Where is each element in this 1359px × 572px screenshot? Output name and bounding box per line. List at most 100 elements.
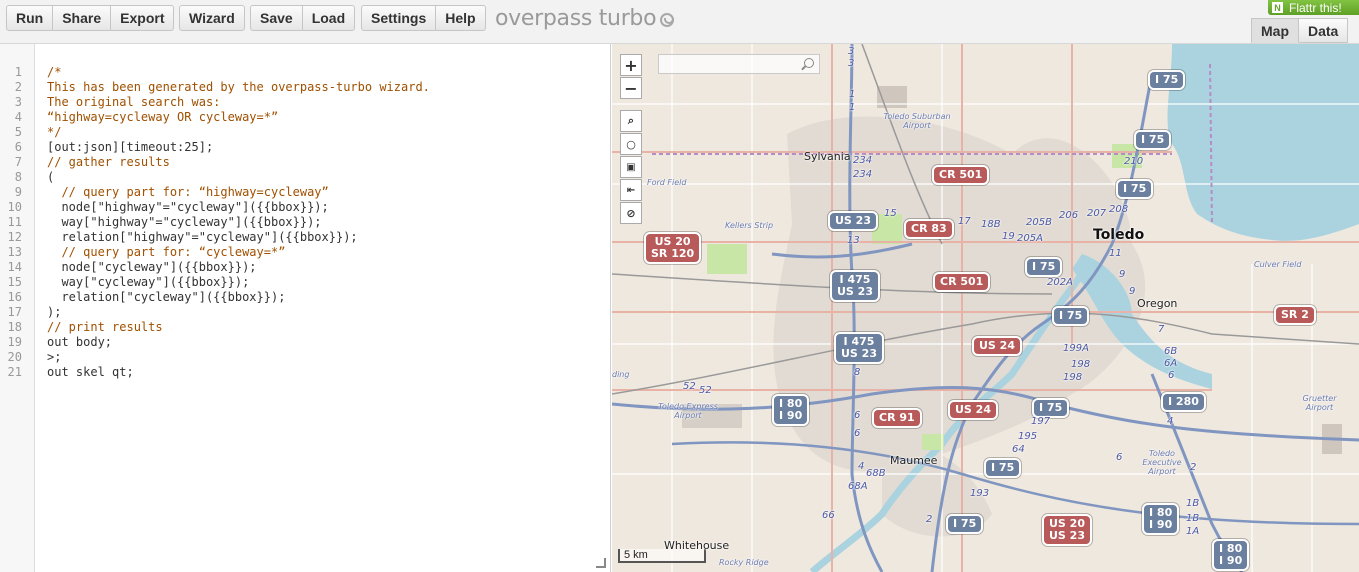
code-line[interactable]: relation["highway"="cycleway"]({{bbox}})…	[47, 230, 357, 245]
place-sylvania: Sylvania	[804, 150, 851, 163]
code-line[interactable]: out body;	[47, 335, 112, 350]
clear-icon[interactable]: ⊘	[620, 202, 642, 224]
place-toledo-suburban-airport: Toledo Suburban Airport	[883, 112, 951, 130]
code-line[interactable]: );	[47, 305, 61, 320]
exit-number: 197	[1031, 416, 1051, 427]
code-line[interactable]: // print results	[47, 320, 163, 335]
settings-button[interactable]: Settings	[361, 5, 437, 31]
resize-handle[interactable]	[596, 558, 606, 568]
flattr-icon: N	[1272, 2, 1283, 13]
code-line[interactable]: >;	[47, 350, 61, 365]
line-number: 17	[7, 305, 22, 319]
locate-icon[interactable]: ○	[620, 133, 642, 155]
code-line[interactable]: “highway=cycleway OR cycleway=*”	[47, 110, 278, 125]
exit-number: 6B	[1164, 346, 1178, 357]
line-number: 21	[7, 365, 22, 379]
exit-number: 2	[1190, 462, 1197, 473]
line-number: 19	[7, 335, 22, 349]
map-search-icon[interactable]	[804, 58, 814, 68]
place-rocky-ridge: Rocky Ridge	[719, 558, 769, 567]
code-line[interactable]: relation["cycleway"]({{bbox}});	[47, 290, 285, 305]
exit-number: 4	[858, 461, 865, 472]
line-number: 2	[14, 80, 22, 94]
load-button[interactable]: Load	[302, 5, 356, 31]
place-toledo: Toledo	[1093, 227, 1145, 243]
query-editor[interactable]: 1 2 3 4 5 6 7 8 9 10 11 12 13 14 15 16 17 18 19 20 21 /* This…	[0, 44, 611, 572]
map-search-input[interactable]	[658, 54, 820, 74]
exit-number: 1A	[1186, 526, 1200, 537]
exit-number: 8	[854, 367, 861, 378]
place-ford-field: Ford Field	[647, 178, 687, 187]
place-toledo-executive-airport: Toledo Executive Airport	[1142, 449, 1182, 476]
code-line[interactable]: (	[47, 170, 54, 185]
shield-i80-i90: I 80 I 90	[772, 394, 810, 426]
view-tabs: Map Data	[1251, 18, 1349, 43]
map-view[interactable]: + − ⌕ ○ ▣ ⇤ ⊘ 5 km Toledo Oregon Sylvani…	[612, 44, 1359, 572]
code-line[interactable]: node["cycleway"]({{bbox}});	[47, 260, 256, 275]
zoom-out-button[interactable]: −	[620, 77, 642, 99]
line-number: 8	[14, 170, 22, 184]
line-number: 11	[7, 215, 22, 229]
exit-number: 1	[849, 102, 856, 113]
tab-data[interactable]: Data	[1299, 18, 1349, 43]
line-number: 4	[14, 110, 22, 124]
share-button[interactable]: Share	[53, 5, 112, 31]
line-number: 18	[7, 320, 22, 334]
image-icon[interactable]: ▣	[620, 156, 642, 178]
line-number: 13	[7, 245, 22, 259]
exit-number: 234	[853, 155, 873, 166]
exit-number: 205B	[1026, 217, 1052, 228]
export-button[interactable]: Export	[111, 5, 175, 31]
exit-number: 18B	[981, 219, 1001, 230]
exit-number: 207	[1087, 208, 1107, 219]
toolbar: Run Share Export Wizard Save Load Settin…	[0, 0, 1359, 44]
exit-number: 68A	[848, 481, 868, 492]
code-line[interactable]: /*	[47, 65, 61, 80]
run-button[interactable]: Run	[6, 5, 54, 31]
exit-number: 19	[1002, 231, 1015, 242]
flattr-button[interactable]: N Flattr this!	[1268, 0, 1359, 15]
zoom-to-data-icon[interactable]: ⇤	[620, 179, 642, 201]
shield-cr91: CR 91	[872, 408, 922, 428]
code-line[interactable]: node["highway"="cycleway"]({{bbox}});	[47, 200, 328, 215]
zoom-in-button[interactable]: +	[620, 54, 642, 76]
exit-number: 195	[1018, 431, 1038, 442]
code-line[interactable]: [out:json][timeout:25];	[47, 140, 213, 155]
tab-map[interactable]: Map	[1251, 18, 1299, 43]
exit-number: 1	[849, 89, 856, 100]
shield-i75: I 75	[984, 458, 1022, 478]
wizard-button[interactable]: Wizard	[179, 5, 245, 31]
code-line[interactable]: */	[47, 125, 61, 140]
exit-number: 9	[1119, 269, 1126, 280]
wizard-group: Wizard	[179, 5, 245, 31]
place-gruetter-airport: Gruetter Airport	[1302, 394, 1337, 412]
exit-number: 198	[1063, 372, 1083, 383]
exit-number: 1B	[1186, 513, 1200, 524]
place-culver-field: Culver Field	[1254, 260, 1302, 269]
exit-number: 17	[958, 216, 971, 227]
exit-number: 6	[854, 428, 861, 439]
exit-number: 9	[1129, 286, 1136, 297]
exit-number: 3	[848, 46, 855, 57]
shield-cr501: CR 501	[933, 272, 991, 292]
help-button[interactable]: Help	[436, 5, 486, 31]
place-toledo-express-airport: Toledo Express Airport	[658, 402, 718, 420]
save-button[interactable]: Save	[250, 5, 303, 31]
code-line[interactable]: // query part for: “cycleway=*”	[47, 245, 285, 260]
place-kellers-strip: Kellers Strip	[725, 221, 774, 230]
code-line[interactable]: out skel qt;	[47, 365, 134, 380]
exit-number: 1B	[1186, 498, 1200, 509]
code-line[interactable]: The original search was:	[47, 95, 220, 110]
code-line[interactable]: // query part for: “highway=cycleway”	[47, 185, 328, 200]
code-line[interactable]: // gather results	[47, 155, 170, 170]
code-line[interactable]: way["cycleway"]({{bbox}});	[47, 275, 249, 290]
exit-number: 52	[683, 381, 696, 392]
search-icon[interactable]: ⌕	[620, 110, 642, 132]
line-number: 10	[7, 200, 22, 214]
code-line[interactable]: This has been generated by the overpass-…	[47, 80, 430, 95]
shield-i475-us23: I 475 US 23	[834, 332, 884, 364]
shield-us24: US 24	[972, 336, 1022, 356]
exit-number: 3	[848, 58, 855, 69]
app-logo-text: overpass turbo	[495, 6, 657, 31]
code-line[interactable]: way["highway"="cycleway"]({{bbox}});	[47, 215, 321, 230]
